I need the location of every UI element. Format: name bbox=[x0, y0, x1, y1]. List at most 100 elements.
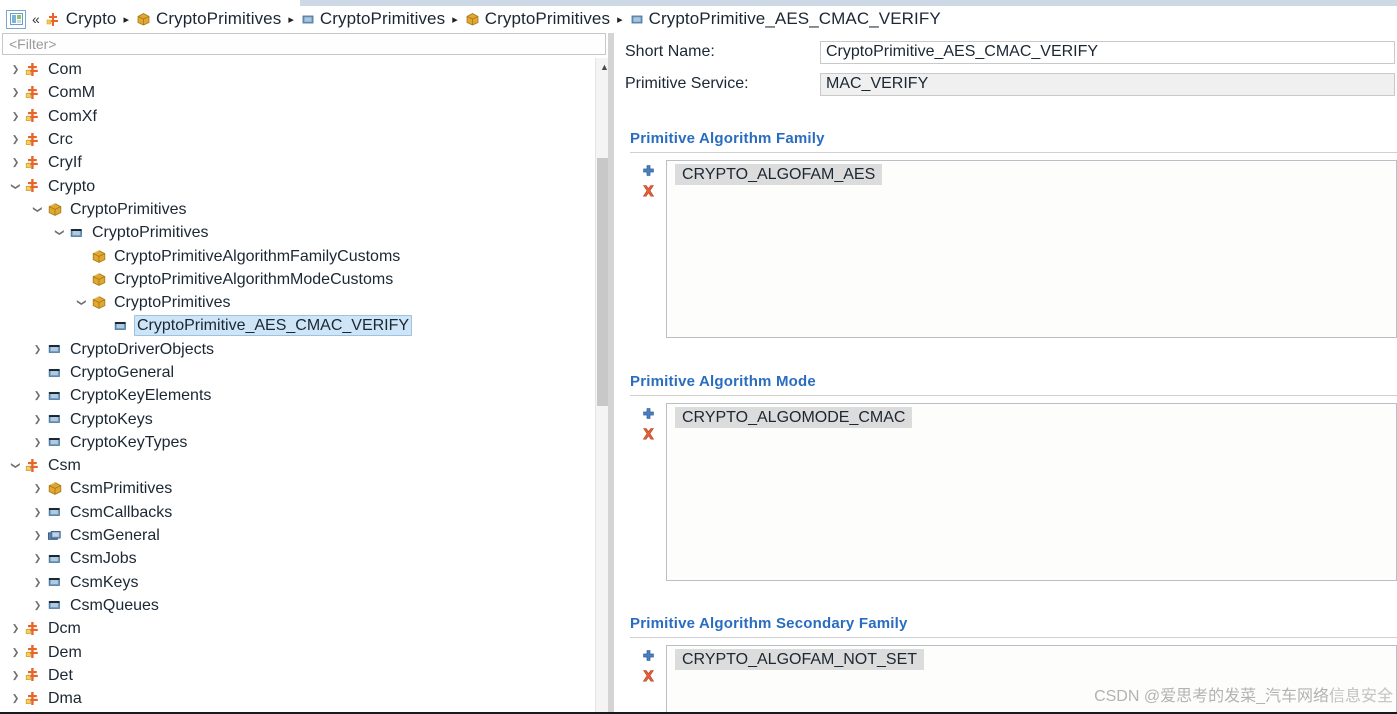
chevron-right-icon[interactable]: ❯ bbox=[32, 507, 43, 518]
plus-icon[interactable] bbox=[638, 646, 658, 666]
list-item[interactable]: CRYPTO_ALGOMODE_CMAC bbox=[675, 407, 913, 428]
filter-input[interactable]: <Filter> bbox=[2, 33, 606, 55]
model-tree[interactable]: ❯ Com ❯ ComM ❯ ComXf ❯ Crc ❯ CryIf ❯ Crypto ❯ CryptoP… bbox=[2, 58, 606, 712]
tree-item-det[interactable]: ❯ Det bbox=[2, 664, 606, 687]
tree-item-csmcallbacks[interactable]: ❯ CsmCallbacks bbox=[2, 501, 606, 524]
tree-item-cryptoprimitivealgorithmmodecustoms[interactable]: CryptoPrimitiveAlgorithmModeCustoms bbox=[2, 268, 606, 291]
chevron-right-icon[interactable]: ❯ bbox=[32, 553, 43, 564]
list-item-row[interactable]: CRYPTO_ALGOFAM_NOT_SET bbox=[667, 646, 1396, 670]
chevron-right-icon[interactable]: ❯ bbox=[10, 647, 21, 658]
tree-item-cryptodriverobjects[interactable]: ❯ CryptoDriverObjects bbox=[2, 338, 606, 361]
section-divider bbox=[630, 152, 1397, 153]
tree-item-label: CsmJobs bbox=[70, 550, 137, 568]
tree-item-comxf[interactable]: ❯ ComXf bbox=[2, 105, 606, 128]
chevron-right-icon[interactable]: ❯ bbox=[32, 483, 43, 494]
perspective-icon[interactable] bbox=[6, 9, 26, 29]
tree-item-cryptoprimitives[interactable]: ❯ CryptoPrimitives bbox=[2, 291, 606, 314]
breadcrumb-item-4[interactable]: CryptoPrimitive_AES_CMAC_VERIFY bbox=[630, 9, 941, 29]
module-icon bbox=[24, 178, 41, 194]
tree-item-csmjobs[interactable]: ❯ CsmJobs bbox=[2, 547, 606, 570]
tree-item-cryptogeneral[interactable]: CryptoGeneral bbox=[2, 361, 606, 384]
chevron-right-icon[interactable]: ❯ bbox=[32, 577, 43, 588]
chevron-right-icon[interactable]: ❯ bbox=[10, 87, 21, 98]
module-icon bbox=[24, 108, 41, 124]
breadcrumb-item-1[interactable]: CryptoPrimitives bbox=[136, 9, 281, 29]
plus-icon[interactable] bbox=[638, 161, 658, 181]
short-name-input[interactable]: CryptoPrimitive_AES_CMAC_VERIFY bbox=[820, 40, 1395, 64]
chevron-right-icon[interactable]: ❯ bbox=[32, 344, 43, 355]
chevron-right-icon[interactable]: ❯ bbox=[32, 530, 43, 541]
tree-item-cryif[interactable]: ❯ CryIf bbox=[2, 151, 606, 174]
tree-item-csmkeys[interactable]: ❯ CsmKeys bbox=[2, 571, 606, 594]
container-gold-icon bbox=[136, 12, 151, 26]
tree-item-dma[interactable]: ❯ Dma bbox=[2, 687, 606, 710]
chevron-down-icon[interactable]: ❯ bbox=[54, 227, 65, 238]
tree-item-csm[interactable]: ❯ Csm bbox=[2, 454, 606, 477]
tree-item-dcm[interactable]: ❯ Dcm bbox=[2, 617, 606, 640]
tree-item-dem[interactable]: ❯ Dem bbox=[2, 640, 606, 663]
container-blue-icon bbox=[46, 597, 63, 613]
breadcrumb-back-chevron[interactable]: « bbox=[32, 11, 40, 27]
chevron-right-icon[interactable]: ❯ bbox=[32, 414, 43, 425]
chevron-right-icon[interactable]: ❯ bbox=[10, 64, 21, 75]
list-item-row[interactable]: CRYPTO_ALGOFAM_AES bbox=[667, 161, 1396, 185]
list-item-row[interactable]: CRYPTO_ALGOMODE_CMAC bbox=[667, 404, 1396, 428]
value-listbox[interactable]: CRYPTO_ALGOFAM_NOT_SET bbox=[666, 645, 1397, 714]
chevron-right-icon[interactable]: ❯ bbox=[32, 437, 43, 448]
breadcrumb-separator: ▸ bbox=[617, 13, 623, 26]
breadcrumb-item-2[interactable]: CryptoPrimitives bbox=[301, 9, 445, 29]
tree-item-cryptoprimitivealgorithmfamilycustoms[interactable]: CryptoPrimitiveAlgorithmFamilyCustoms bbox=[2, 244, 606, 267]
section-header: Primitive Algorithm Secondary Family bbox=[630, 615, 908, 632]
chevron-down-icon[interactable]: ❯ bbox=[10, 181, 21, 192]
tree-item-cryptokeyelements[interactable]: ❯ CryptoKeyElements bbox=[2, 384, 606, 407]
tree-item-cryptokeytypes[interactable]: ❯ CryptoKeyTypes bbox=[2, 431, 606, 454]
breadcrumb-item-0[interactable]: Crypto bbox=[45, 9, 117, 29]
tree-item-label: Dem bbox=[48, 643, 82, 661]
breadcrumb-label: CryptoPrimitives bbox=[319, 9, 446, 28]
tree-item-csmqueues[interactable]: ❯ CsmQueues bbox=[2, 594, 606, 617]
tree-item-label: Com bbox=[48, 61, 82, 79]
chevron-right-icon[interactable]: ❯ bbox=[10, 134, 21, 145]
list-item[interactable]: CRYPTO_ALGOFAM_NOT_SET bbox=[675, 649, 925, 670]
field-row: Short Name: CryptoPrimitive_AES_CMAC_VERI… bbox=[620, 39, 1395, 65]
container-blue-icon bbox=[68, 225, 85, 241]
chevron-down-icon[interactable]: ❯ bbox=[76, 297, 87, 308]
breadcrumb-item-3[interactable]: CryptoPrimitives bbox=[465, 9, 610, 29]
list-item[interactable]: CRYPTO_ALGOFAM_AES bbox=[675, 164, 883, 185]
chevron-right-icon[interactable]: ❯ bbox=[10, 623, 21, 634]
chevron-right-icon[interactable]: ❯ bbox=[10, 111, 21, 122]
module-icon bbox=[24, 85, 41, 101]
plus-icon[interactable] bbox=[638, 404, 658, 424]
module-icon bbox=[24, 667, 41, 683]
chevron-right-icon[interactable]: ❯ bbox=[10, 693, 21, 704]
list-toolbar bbox=[638, 646, 660, 686]
chevron-right-icon[interactable]: ❯ bbox=[10, 157, 21, 168]
container-blue-icon bbox=[46, 411, 63, 427]
chevron-right-icon[interactable]: ❯ bbox=[32, 600, 43, 611]
tree-item-crypto[interactable]: ❯ Crypto bbox=[2, 174, 606, 197]
section-header: Primitive Algorithm Family bbox=[630, 130, 825, 147]
module-icon bbox=[24, 62, 41, 78]
tree-item-csmprimitives[interactable]: ❯ CsmPrimitives bbox=[2, 477, 606, 500]
tree-item-com[interactable]: ❯ Com bbox=[2, 58, 606, 81]
tree-item-cryptoprimitive-aes-cmac-verify[interactable]: CryptoPrimitive_AES_CMAC_VERIFY bbox=[2, 314, 606, 337]
tree-item-comm[interactable]: ❯ ComM bbox=[2, 81, 606, 104]
tree-item-csmgeneral[interactable]: ❯ CsmGeneral bbox=[2, 524, 606, 547]
value-listbox[interactable]: CRYPTO_ALGOMODE_CMAC bbox=[666, 403, 1397, 581]
value-listbox[interactable]: CRYPTO_ALGOFAM_AES bbox=[666, 160, 1397, 338]
chevron-right-icon[interactable]: ❯ bbox=[10, 670, 21, 681]
tree-item-cryptoprimitives[interactable]: ❯ CryptoPrimitives bbox=[2, 198, 606, 221]
tree-item-crc[interactable]: ❯ Crc bbox=[2, 128, 606, 151]
chevron-down-icon[interactable]: ❯ bbox=[32, 204, 43, 215]
filter-placeholder: <Filter> bbox=[9, 36, 57, 52]
tree-item-label: CryptoPrimitives bbox=[92, 224, 209, 242]
delete-x-icon[interactable] bbox=[638, 666, 658, 686]
chevron-right-icon[interactable]: ❯ bbox=[32, 390, 43, 401]
delete-x-icon[interactable] bbox=[638, 424, 658, 444]
chevron-down-icon[interactable]: ❯ bbox=[10, 460, 21, 471]
tree-item-cryptokeys[interactable]: ❯ CryptoKeys bbox=[2, 407, 606, 430]
delete-x-icon[interactable] bbox=[638, 181, 658, 201]
tree-item-label: CsmGeneral bbox=[70, 527, 160, 545]
tree-item-label: CsmQueues bbox=[70, 596, 159, 614]
tree-item-cryptoprimitives[interactable]: ❯ CryptoPrimitives bbox=[2, 221, 606, 244]
